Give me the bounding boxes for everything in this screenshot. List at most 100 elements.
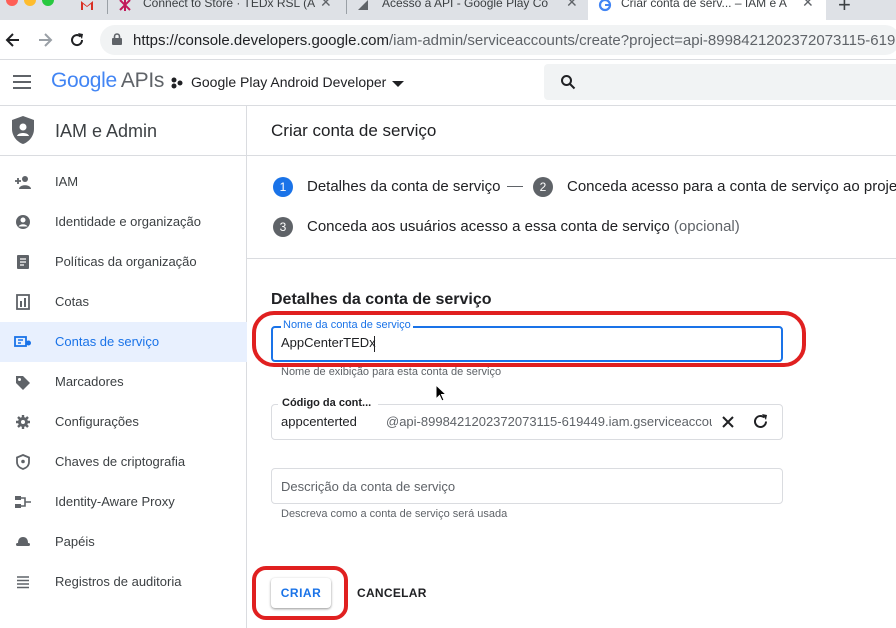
- zoom-window-dot[interactable]: [42, 0, 54, 6]
- search-bar[interactable]: [544, 64, 896, 100]
- step-1-label[interactable]: Detalhes da conta de serviço: [307, 178, 500, 195]
- reload-icon: [71, 33, 84, 47]
- create-button[interactable]: CRIAR: [271, 578, 331, 608]
- tab-gmail[interactable]: [80, 0, 104, 20]
- tedx-icon: [119, 0, 131, 11]
- sidebar-item-label: Cotas: [55, 294, 89, 309]
- service-account-description-hint: Descreva como a conta de serviço será us…: [281, 508, 508, 520]
- forward-button[interactable]: [33, 28, 57, 52]
- menu-icon[interactable]: [13, 75, 33, 89]
- sidebar-item-label: Identidade e organização: [55, 214, 202, 229]
- close-tab-icon[interactable]: ✕: [320, 0, 332, 9]
- sidebar-item-label: Configurações: [55, 414, 139, 429]
- document-icon: [17, 255, 29, 269]
- browser-tab-strip: Connect to Store · TEDx RSL (A ✕ Acesso …: [0, 0, 896, 20]
- browser-toolbar: https://console.developers.google.com/ia…: [0, 20, 896, 60]
- sidebar-item-org-policies[interactable]: Políticas da organização: [0, 242, 247, 282]
- settings-icon: [16, 415, 30, 429]
- step-3-label[interactable]: Conceda aos usuários acesso a essa conta…: [307, 218, 740, 235]
- service-account-name-value: AppCenterTEDx: [281, 335, 376, 350]
- sidebar-item-label: Registros de auditoria: [55, 574, 182, 589]
- sidebar-item-settings[interactable]: Configurações: [0, 402, 247, 442]
- tab-api-access[interactable]: Acesso à API - Google Play Co ✕: [356, 0, 584, 20]
- proxy-icon: [15, 496, 31, 508]
- divider: [247, 155, 896, 156]
- sidebar-header: IAM e Admin: [0, 106, 247, 156]
- divider: [247, 258, 896, 259]
- tab-label: Connect to Store · TEDx RSL (A: [143, 0, 316, 10]
- lock-icon: [112, 33, 122, 45]
- sidebar-item-service-accounts[interactable]: Contas de serviço: [0, 322, 247, 362]
- step-1-number: 1: [273, 177, 293, 197]
- label-icon: [16, 376, 30, 390]
- tab-create-service-account[interactable]: Criar conta de serv... – IAM e A ✕: [588, 0, 826, 20]
- sidebar-item-encryption-keys[interactable]: Chaves de criptografia: [0, 442, 247, 482]
- cancel-button[interactable]: CANCELAR: [349, 578, 435, 608]
- address-bar[interactable]: https://console.developers.google.com/ia…: [100, 25, 896, 55]
- list-icon: [17, 576, 29, 589]
- sidebar: IAM e Admin IAM Identidade e organização…: [0, 106, 247, 628]
- sidebar-item-identity-aware-proxy[interactable]: Identity-Aware Proxy: [0, 482, 247, 522]
- main-content: Criar conta de serviço 1 Detalhes da con…: [247, 106, 896, 628]
- close-tab-icon[interactable]: ✕: [802, 0, 814, 9]
- new-tab-button[interactable]: +: [838, 0, 851, 20]
- step-2-number: 2: [533, 177, 553, 197]
- refresh-icon[interactable]: [752, 413, 769, 430]
- logo-apis: APIs: [120, 69, 165, 92]
- sidebar-title: IAM e Admin: [55, 121, 158, 141]
- google-icon: [598, 0, 612, 12]
- close-window-dot[interactable]: [6, 0, 18, 6]
- google-apis-logo[interactable]: Google APIs: [51, 69, 164, 93]
- sidebar-item-audit-logs[interactable]: Registros de auditoria: [0, 562, 247, 602]
- url-path: /iam-admin/serviceaccounts/create?projec…: [389, 32, 896, 49]
- url-text: https://console.developers.google.com/ia…: [133, 32, 895, 49]
- minimize-window-dot[interactable]: [24, 0, 36, 6]
- sidebar-item-label: Papéis: [55, 534, 95, 549]
- sidebar-item-label: Contas de serviço: [55, 334, 160, 349]
- iam-shield-icon: [12, 116, 34, 144]
- gmail-icon: [81, 1, 93, 10]
- app-header: Google APIs Google Play Android Developer: [0, 60, 896, 106]
- tab-label: Acesso à API - Google Play Co: [382, 0, 549, 10]
- service-account-icon: [14, 336, 31, 347]
- project-name: Google Play Android Developer: [191, 74, 387, 90]
- service-account-id-suffix: @api-8998421202372073115-619449.iam.gser…: [386, 414, 712, 429]
- step-2-label[interactable]: Conceda acesso para a conta de serviço a…: [567, 178, 896, 195]
- service-account-id-input[interactable]: Código da cont... appcenterted @api-8998…: [271, 397, 783, 440]
- page-title: Criar conta de serviço: [271, 121, 437, 140]
- text-cursor: [374, 336, 375, 352]
- sidebar-item-iam[interactable]: IAM: [0, 162, 247, 202]
- sidebar-item-label: IAM: [55, 174, 79, 189]
- security-icon: [16, 454, 30, 470]
- account-circle-icon: [16, 215, 30, 229]
- tab-tedx[interactable]: Connect to Store · TEDx RSL (A ✕: [118, 0, 340, 20]
- service-account-id-value: appcenterted: [281, 414, 357, 429]
- step-3-optional: (opcional): [673, 218, 740, 235]
- service-account-name-input[interactable]: Nome da conta de serviço AppCenterTEDx: [271, 319, 783, 362]
- step-connector: [507, 186, 523, 187]
- step-3-number: 3: [273, 217, 293, 237]
- sidebar-item-roles[interactable]: Papéis: [0, 522, 247, 562]
- service-account-id-label: Código da cont...: [278, 397, 378, 409]
- logo-google: Google: [51, 69, 117, 92]
- sidebar-item-label: Chaves de criptografia: [55, 454, 186, 469]
- quota-icon: [16, 294, 30, 310]
- clear-icon[interactable]: [720, 414, 736, 430]
- play-console-icon: [358, 0, 368, 10]
- chevron-down-icon: [392, 81, 404, 87]
- service-account-description-input[interactable]: Descrição da conta de serviço: [271, 468, 783, 504]
- service-account-name-hint: Nome de exibição para esta conta de serv…: [281, 366, 502, 378]
- tab-label: Criar conta de serv... – IAM e A: [621, 0, 787, 10]
- sidebar-item-labels[interactable]: Marcadores: [0, 362, 247, 402]
- sidebar-item-identity[interactable]: Identidade e organização: [0, 202, 247, 242]
- step-3-text: Conceda aos usuários acesso a essa conta…: [307, 218, 670, 235]
- project-icon: [171, 77, 183, 89]
- roles-icon: [16, 537, 30, 546]
- search-icon: [561, 75, 576, 90]
- sidebar-item-quotas[interactable]: Cotas: [0, 282, 247, 322]
- forward-arrow-icon: [39, 33, 53, 47]
- close-tab-icon[interactable]: ✕: [566, 0, 578, 9]
- back-button[interactable]: [1, 28, 25, 52]
- sidebar-item-label: Políticas da organização: [55, 254, 197, 269]
- reload-button[interactable]: [65, 28, 89, 52]
